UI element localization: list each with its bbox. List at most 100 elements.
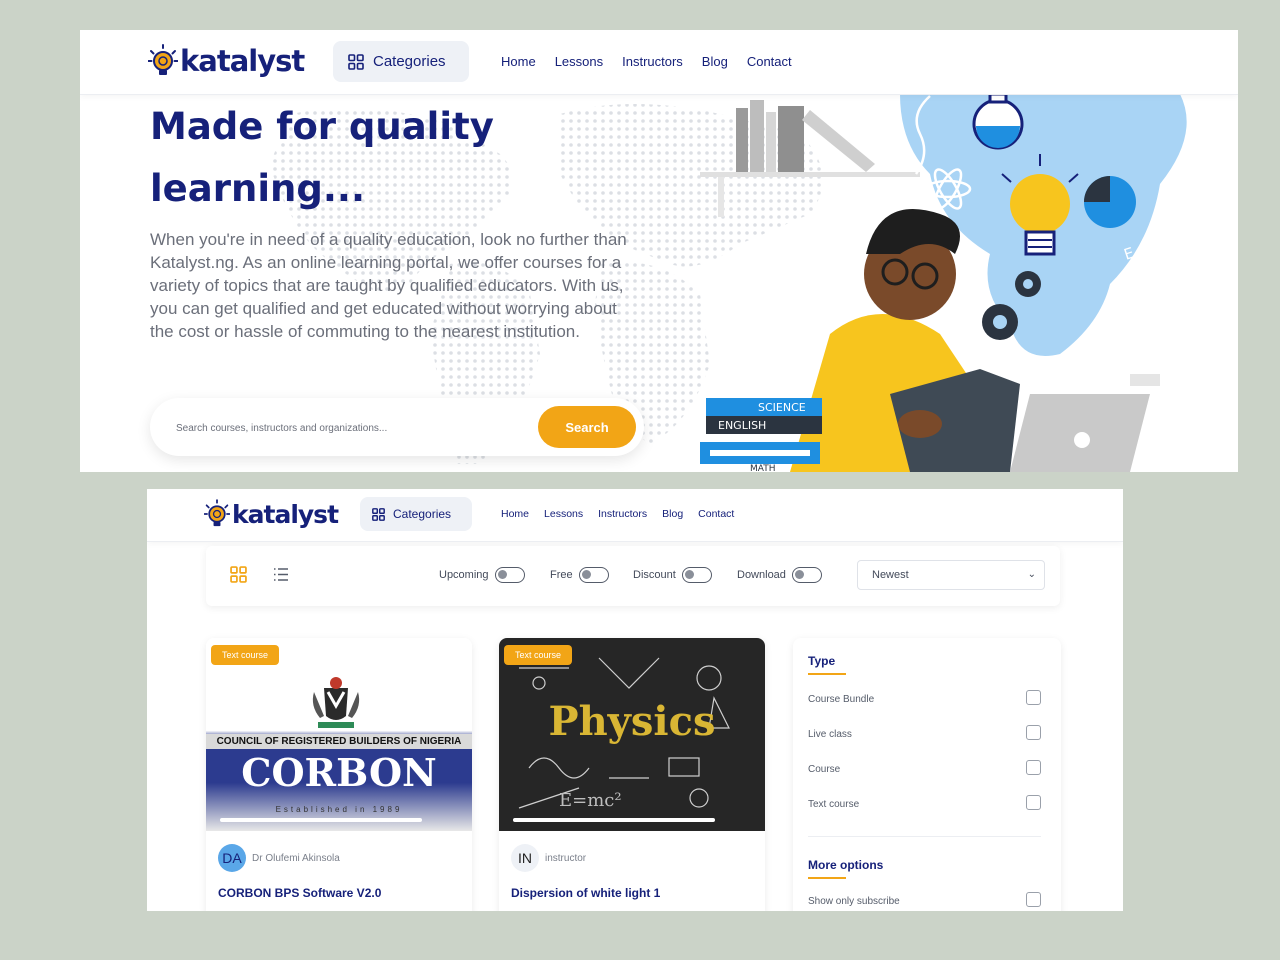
hero-description: When you're in need of a quality educati… — [150, 230, 627, 341]
course-type-badge: Text course — [504, 645, 573, 665]
sort-selected-value: Newest — [872, 569, 909, 581]
checkbox[interactable] — [1026, 725, 1041, 740]
site-header: katalyst Categories Home Lessons Instruc… — [147, 489, 1123, 542]
type-heading: Type — [808, 654, 836, 668]
heading-underline — [808, 673, 846, 675]
nav-lessons[interactable]: Lessons — [555, 54, 603, 69]
course-thumbnail: Physics E=mc² — [499, 638, 765, 831]
option-label: Course Bundle — [808, 694, 875, 705]
search-button[interactable]: Search — [538, 406, 636, 448]
council-text: COUNCIL OF REGISTERED BUILDERS OF NIGERI… — [206, 734, 472, 749]
established-text: Established in 1989 — [275, 805, 403, 814]
categories-label: Categories — [373, 53, 446, 70]
filter-bar: Upcoming Free Discount Download Newest ⌄ — [206, 546, 1060, 606]
laptop-icon — [1010, 374, 1160, 472]
option-show-only-subscribe[interactable]: Show only subscribe — [808, 892, 1041, 907]
grid-view-icon[interactable] — [230, 566, 247, 583]
logo-text: katalyst — [180, 44, 305, 78]
nav-blog[interactable]: Blog — [662, 508, 683, 520]
author-name: instructor — [545, 852, 587, 864]
option-label: Text course — [808, 799, 860, 810]
checkbox[interactable] — [1026, 892, 1041, 907]
student-reading-illustration: E = mc² SCIENCE ENGLISH MATH — [700, 94, 1187, 472]
type-option-text-course[interactable]: Text course — [808, 795, 1041, 810]
categories-label: Categories — [393, 507, 452, 521]
type-option-course-bundle[interactable]: Course Bundle — [808, 690, 1041, 705]
checkbox[interactable] — [1026, 795, 1041, 810]
heading-underline — [808, 877, 846, 879]
progress-bar — [220, 818, 422, 822]
nav-home[interactable]: Home — [501, 508, 529, 520]
lightbulb-logo-icon — [148, 44, 178, 75]
book-math-label: MATH — [750, 464, 776, 472]
download-label: Download — [737, 569, 786, 581]
discount-label: Discount — [633, 569, 676, 581]
upcoming-filter[interactable]: Upcoming — [439, 567, 525, 583]
pie-chart-icon — [1084, 176, 1136, 228]
hero-screenshot: katalyst Categories Home Lessons Instruc… — [80, 30, 1238, 472]
nav-instructors[interactable]: Instructors — [598, 508, 647, 520]
corbon-text: CORBON — [241, 750, 437, 795]
lightbulb-logo-icon — [204, 499, 230, 527]
katalyst-logo[interactable]: katalyst — [204, 499, 339, 529]
free-filter[interactable]: Free — [550, 567, 609, 583]
type-option-live-class[interactable]: Live class — [808, 725, 1041, 740]
option-label: Show only subscribe — [808, 896, 900, 907]
course-author[interactable]: DA Dr Olufemi Akinsola — [218, 844, 340, 872]
more-options-heading: More options — [808, 858, 884, 872]
discount-toggle[interactable] — [681, 567, 712, 583]
hero-title-line2: learning... — [150, 167, 366, 210]
option-label: Live class — [808, 729, 852, 740]
grid-icon — [348, 53, 364, 70]
categories-button[interactable]: Categories — [333, 41, 469, 82]
checkbox[interactable] — [1026, 760, 1041, 775]
checkbox[interactable] — [1026, 690, 1041, 705]
grid-icon — [372, 507, 385, 521]
book-english-label: ENGLISH — [718, 419, 766, 432]
list-view-icon[interactable] — [273, 567, 289, 582]
course-type-badge: Text course — [211, 645, 280, 665]
course-thumbnail: COUNCIL OF REGISTERED BUILDERS OF NIGERI… — [206, 638, 472, 831]
nav-blog[interactable]: Blog — [702, 54, 728, 69]
hero-search-bar: Search — [150, 398, 644, 456]
logo-text: katalyst — [232, 499, 339, 529]
upcoming-label: Upcoming — [439, 569, 489, 581]
discount-filter[interactable]: Discount — [633, 567, 712, 583]
progress-bar — [513, 818, 715, 822]
download-filter[interactable]: Download — [737, 567, 822, 583]
site-header: katalyst Categories Home Lessons Instruc… — [80, 30, 1238, 95]
hero-title-line1: Made for quality — [150, 105, 494, 148]
filter-sidebar: Type Course Bundle Live class Course Tex… — [793, 638, 1061, 911]
main-nav: Home Lessons Instructors Blog Contact — [501, 54, 792, 69]
avatar: DA — [218, 844, 246, 872]
course-card[interactable]: Physics E=mc² Text course IN instructor … — [499, 638, 765, 911]
author-name: Dr Olufemi Akinsola — [252, 852, 340, 864]
course-title[interactable]: CORBON BPS Software V2.0 — [218, 886, 381, 900]
nav-contact[interactable]: Contact — [698, 508, 734, 520]
course-card[interactable]: COUNCIL OF REGISTERED BUILDERS OF NIGERI… — [206, 638, 472, 911]
hero-title: Made for quality learning... — [150, 96, 570, 220]
chevron-down-icon: ⌄ — [1027, 569, 1036, 580]
coat-of-arms-icon — [312, 677, 360, 728]
download-toggle[interactable] — [791, 567, 822, 583]
main-nav: Home Lessons Instructors Blog Contact — [501, 508, 734, 520]
option-label: Course — [808, 764, 841, 775]
sort-select[interactable]: Newest ⌄ — [857, 560, 1045, 590]
free-label: Free — [550, 569, 573, 581]
nav-lessons[interactable]: Lessons — [544, 508, 583, 520]
categories-button[interactable]: Categories — [360, 497, 472, 531]
physics-text: Physics — [548, 698, 716, 745]
formula-text: E=mc² — [559, 790, 622, 811]
divider — [808, 836, 1041, 837]
nav-home[interactable]: Home — [501, 54, 536, 69]
upcoming-toggle[interactable] — [494, 567, 525, 583]
nav-contact[interactable]: Contact — [747, 54, 792, 69]
search-input[interactable] — [174, 416, 508, 440]
course-title[interactable]: Dispersion of white light 1 — [511, 886, 660, 900]
nav-instructors[interactable]: Instructors — [622, 54, 683, 69]
free-toggle[interactable] — [578, 567, 609, 583]
bookshelf-icon — [700, 100, 920, 217]
katalyst-logo[interactable]: katalyst — [148, 44, 305, 78]
course-author[interactable]: IN instructor — [511, 844, 586, 872]
type-option-course[interactable]: Course — [808, 760, 1041, 775]
